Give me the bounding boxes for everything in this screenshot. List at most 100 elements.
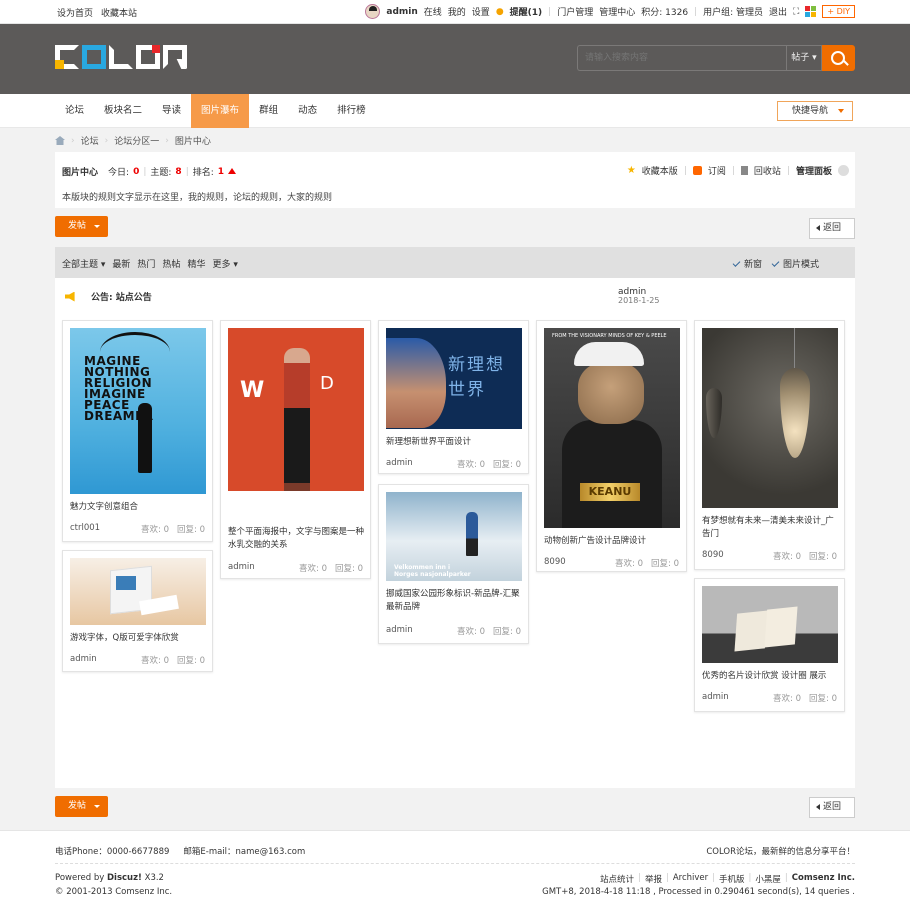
thread-card[interactable]: 游戏字体，Q版可爱字体欣赏 admin 喜欢: 0 回复: 0 <box>62 550 213 672</box>
thread-image[interactable]: 新理想世界 <box>386 328 522 429</box>
thread-author[interactable]: admin <box>386 625 413 637</box>
thread-image[interactable] <box>702 586 838 663</box>
footer-link-archiver[interactable]: Archiver <box>673 873 708 885</box>
thread-card[interactable]: Velkommen inn i Norges nasjonalparker 挪威… <box>378 484 529 644</box>
admin-center-link[interactable]: 管理中心 <box>599 5 635 18</box>
footer-contact: 电话Phone：0000-6677889 邮箱E-mail：name@163.c… <box>55 845 305 857</box>
back-button[interactable]: 返回 <box>809 797 855 818</box>
post-button[interactable]: 发帖 <box>55 796 108 817</box>
thread-title[interactable]: 新理想新世界平面设计 <box>386 436 522 449</box>
likes-count: 喜欢: 0 <box>773 552 802 562</box>
forum-actions: ★ 收藏本版 | 订阅 | 回收站 | 管理面板 <box>627 164 849 177</box>
recycle-link[interactable]: 回收站 <box>754 164 781 177</box>
picture-mode-checkbox[interactable]: 图片模式 <box>771 257 819 270</box>
collapse-icon[interactable] <box>838 165 849 176</box>
nav-item-board2[interactable]: 板块名二 <box>94 94 152 128</box>
announcement-date: 2018-1-25 <box>618 296 660 305</box>
fullscreen-icon[interactable]: ⛶ <box>793 7 799 17</box>
filter-hot[interactable]: 热门 <box>137 257 155 270</box>
nav-item-ranking[interactable]: 排行榜 <box>327 94 376 128</box>
breadcrumb-forum[interactable]: 论坛 <box>81 134 99 147</box>
thread-card[interactable]: W D 整个平面海报中，文字与图案是一种水乳交融的关系 admin 喜欢: 0 回… <box>220 320 371 579</box>
filter-all-topics[interactable]: 全部主题 ▾ <box>62 257 105 270</box>
thread-title[interactable]: 游戏字体，Q版可爱字体欣赏 <box>70 632 206 645</box>
points-menu[interactable]: 积分: 1326 <box>641 5 688 18</box>
thread-title[interactable]: 优秀的名片设计欣赏 设计圈 展示 <box>702 670 838 683</box>
thread-card[interactable]: MAGINE NOTHING RELIGION IMAGINE PEACE DR… <box>62 320 213 542</box>
settings-link[interactable]: 设置 <box>472 5 490 18</box>
thread-image[interactable]: FROM THE VISIONARY MINDS OF KEY & PEELE … <box>544 328 680 528</box>
footer-link-stats[interactable]: 站点统计 <box>600 873 634 885</box>
image-text: KEANU <box>580 483 640 501</box>
thread-title[interactable]: 有梦想就有未来—清美未来设计_广告门 <box>702 515 838 541</box>
footer-email: 邮箱E-mail：name@163.com <box>183 847 306 857</box>
set-homepage-link[interactable]: 设为首页 <box>57 6 93 19</box>
thread-image[interactable] <box>70 558 206 625</box>
announcement[interactable]: 公告: 站点公告 <box>65 290 152 303</box>
breadcrumb-section[interactable]: 论坛分区一 <box>114 134 159 147</box>
nav-item-waterfall[interactable]: 图片瀑布 <box>191 94 250 128</box>
thread-author[interactable]: admin <box>70 654 97 666</box>
thread-card[interactable]: 有梦想就有未来—清美未来设计_广告门 8090 喜欢: 0 回复: 0 <box>694 320 845 570</box>
footer-link-comsenz[interactable]: Comsenz Inc. <box>792 873 855 885</box>
diy-button[interactable]: + DIY <box>822 5 855 18</box>
favorite-forum-link[interactable]: 收藏本版 <box>642 164 678 177</box>
portal-manage-link[interactable]: 门户管理 <box>557 5 593 18</box>
thread-author[interactable]: 8090 <box>544 557 566 569</box>
avatar[interactable] <box>365 4 381 19</box>
nav-item-group[interactable]: 群组 <box>249 94 288 128</box>
discuz-link[interactable]: Discuz! <box>107 873 142 883</box>
announcement-label[interactable]: 公告: 站点公告 <box>91 290 152 303</box>
nav-item-forum[interactable]: 论坛 <box>55 94 94 128</box>
back-button[interactable]: 返回 <box>809 218 855 239</box>
post-button[interactable]: 发帖 <box>55 216 108 237</box>
header: 帖子 ▾ <box>0 24 910 94</box>
thread-image[interactable]: MAGINE NOTHING RELIGION IMAGINE PEACE DR… <box>70 328 206 494</box>
new-window-checkbox[interactable]: 新窗 <box>732 257 762 270</box>
online-status[interactable]: 在线 <box>424 5 442 18</box>
home-icon[interactable] <box>55 136 65 145</box>
thread-author[interactable]: admin <box>386 458 413 470</box>
thread-card[interactable]: FROM THE VISIONARY MINDS OF KEY & PEELE … <box>536 320 687 572</box>
add-favorite-link[interactable]: 收藏本站 <box>101 6 137 19</box>
search-input[interactable] <box>577 45 786 71</box>
remind-link[interactable]: 提醒(1) <box>510 5 543 18</box>
usergroup-menu[interactable]: 用户组: 管理员 <box>703 5 763 18</box>
admin-panel-link[interactable]: 管理面板 <box>796 164 832 177</box>
color-grid-icon[interactable] <box>805 6 817 17</box>
thread-title[interactable]: 魅力文字创意组合 <box>70 501 206 514</box>
thread-author[interactable]: admin <box>228 562 255 574</box>
footer-link-blackroom[interactable]: 小黑屋 <box>755 873 781 885</box>
thread-title[interactable]: 整个平面海报中，文字与图案是一种水乳交融的关系 <box>228 526 364 552</box>
nav-item-feed[interactable]: 动态 <box>288 94 327 128</box>
thread-author[interactable]: 8090 <box>702 550 724 562</box>
username-link[interactable]: admin <box>386 7 417 17</box>
thread-author[interactable]: admin <box>702 692 729 704</box>
subscribe-link[interactable]: 订阅 <box>708 164 726 177</box>
hiker-shape <box>466 512 478 556</box>
quick-nav-button[interactable]: 快捷导航 <box>777 101 853 121</box>
nav-item-guide[interactable]: 导读 <box>152 94 191 128</box>
my-menu[interactable]: 我的 <box>448 5 466 18</box>
breadcrumb-current[interactable]: 图片中心 <box>175 134 211 147</box>
filter-hot-threads[interactable]: 热帖 <box>162 257 180 270</box>
thread-card[interactable]: 优秀的名片设计欣赏 设计圈 展示 admin 喜欢: 0 回复: 0 <box>694 578 845 712</box>
thread-title[interactable]: 挪威国家公园形象标识-新品牌-汇聚最新品牌 <box>386 588 522 614</box>
separator: | <box>185 166 189 177</box>
thread-author[interactable]: ctrl001 <box>70 523 100 535</box>
footer-link-report[interactable]: 举报 <box>645 873 662 885</box>
search-button[interactable] <box>822 45 855 71</box>
filter-more[interactable]: 更多 ▾ <box>212 257 237 270</box>
thread-card[interactable]: 新理想世界 新理想新世界平面设计 admin 喜欢: 0 回复: 0 <box>378 320 529 474</box>
search-type-select[interactable]: 帖子 ▾ <box>786 45 822 71</box>
filter-digest[interactable]: 精华 <box>187 257 205 270</box>
logo[interactable] <box>55 45 187 69</box>
footer-link-mobile[interactable]: 手机版 <box>719 873 745 885</box>
thread-title[interactable]: 动物创新广告设计品牌设计 <box>544 535 680 548</box>
thread-image[interactable] <box>702 328 838 508</box>
filter-latest[interactable]: 最新 <box>112 257 130 270</box>
thread-image[interactable]: W D <box>228 328 364 491</box>
logout-link[interactable]: 退出 <box>769 5 787 18</box>
view-options: 新窗 图片模式 <box>732 257 819 270</box>
thread-image[interactable]: Velkommen inn i Norges nasjonalparker <box>386 492 522 581</box>
